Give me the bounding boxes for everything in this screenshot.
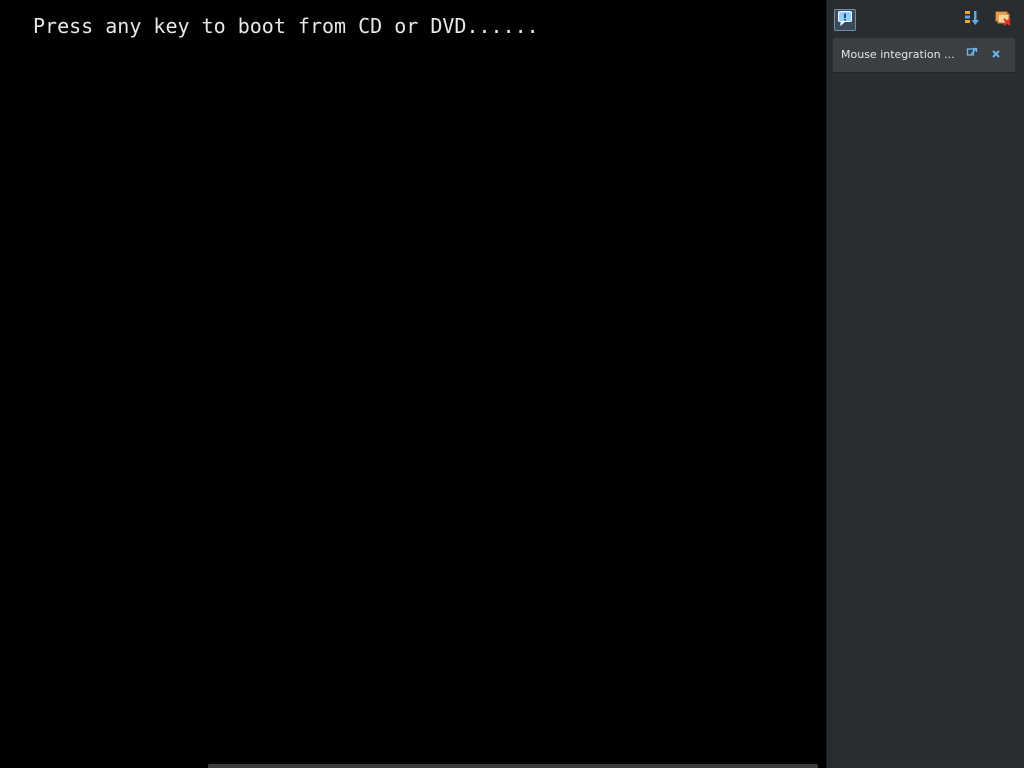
sort-order-icon [963,9,981,32]
notification-toggle-button[interactable] [834,9,856,31]
vm-window: Press any key to boot from CD or DVD....… [0,0,1024,768]
vm-console-display[interactable]: Press any key to boot from CD or DVD....… [0,0,826,768]
dismiss-all-button[interactable] [992,9,1014,31]
notification-detach-button[interactable] [964,47,980,63]
notification-center-panel: Mouse integration ... [826,0,1024,768]
notification-item[interactable]: Mouse integration ... [833,38,1015,73]
boot-prompt-text: Press any key to boot from CD or DVD....… [33,14,539,38]
detach-icon [966,46,978,64]
sort-notifications-button[interactable] [961,9,983,31]
notification-center-toolbar [827,0,1024,36]
dismiss-all-icon [994,9,1012,32]
notification-close-button[interactable] [988,47,1004,63]
close-icon [991,46,1001,64]
notification-message-icon [837,10,853,31]
notification-text: Mouse integration ... [841,48,955,61]
mini-toolbar-handle[interactable] [208,764,818,768]
